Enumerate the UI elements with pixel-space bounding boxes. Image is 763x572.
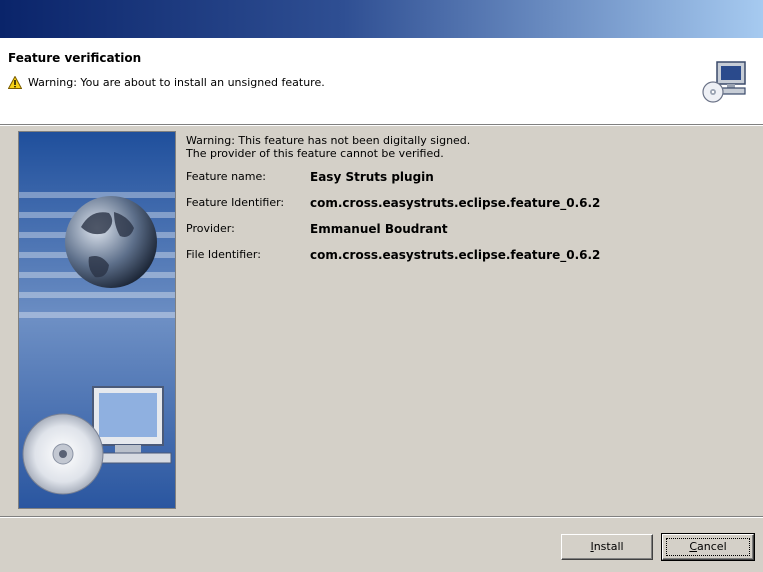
file-identifier-row: File Identifier: com.cross.easystruts.ec… xyxy=(186,248,746,274)
install-label-rest: nstall xyxy=(593,540,624,553)
wizard-banner-image xyxy=(18,131,176,509)
warning-line-2: The provider of this feature cannot be v… xyxy=(186,147,444,160)
signature-warning: Warning: This feature has not been digit… xyxy=(186,134,746,160)
feature-details: Warning: This feature has not been digit… xyxy=(186,134,746,274)
provider-value: Emmanuel Boudrant xyxy=(310,222,448,236)
feature-identifier-row: Feature Identifier: com.cross.easystruts… xyxy=(186,196,746,222)
warning-line-1: Warning: This feature has not been digit… xyxy=(186,134,471,147)
window-title-bar[interactable] xyxy=(0,0,763,38)
install-computer-icon xyxy=(701,60,749,104)
provider-label: Provider: xyxy=(186,222,235,235)
feature-identifier-value: com.cross.easystruts.eclipse.feature_0.6… xyxy=(310,196,601,210)
file-identifier-value: com.cross.easystruts.eclipse.feature_0.6… xyxy=(310,248,601,262)
feature-name-value: Easy Struts plugin xyxy=(310,170,434,184)
page-title: Feature verification xyxy=(8,51,142,65)
cancel-button[interactable]: Cancel xyxy=(661,533,755,561)
feature-name-row: Feature name: Easy Struts plugin xyxy=(186,170,746,196)
file-identifier-label: File Identifier: xyxy=(186,248,261,261)
dialog-header: Feature verification Warning: You are ab… xyxy=(0,38,763,125)
install-button[interactable]: Install xyxy=(561,534,653,560)
cancel-mnemonic: C xyxy=(689,540,698,553)
header-separator xyxy=(0,125,763,126)
feature-name-label: Feature name: xyxy=(186,170,266,183)
feature-identifier-label: Feature Identifier: xyxy=(186,196,285,209)
footer-separator-highlight xyxy=(0,517,763,518)
warning-message: Warning: You are about to install an uns… xyxy=(7,75,325,89)
cancel-focus-ring: Cancel xyxy=(666,538,750,556)
warning-icon xyxy=(7,75,23,89)
warning-text: Warning: You are about to install an uns… xyxy=(28,76,325,89)
provider-row: Provider: Emmanuel Boudrant xyxy=(186,222,746,248)
globe-cd-banner-image xyxy=(19,132,175,508)
cancel-label-rest: ancel xyxy=(697,540,727,553)
